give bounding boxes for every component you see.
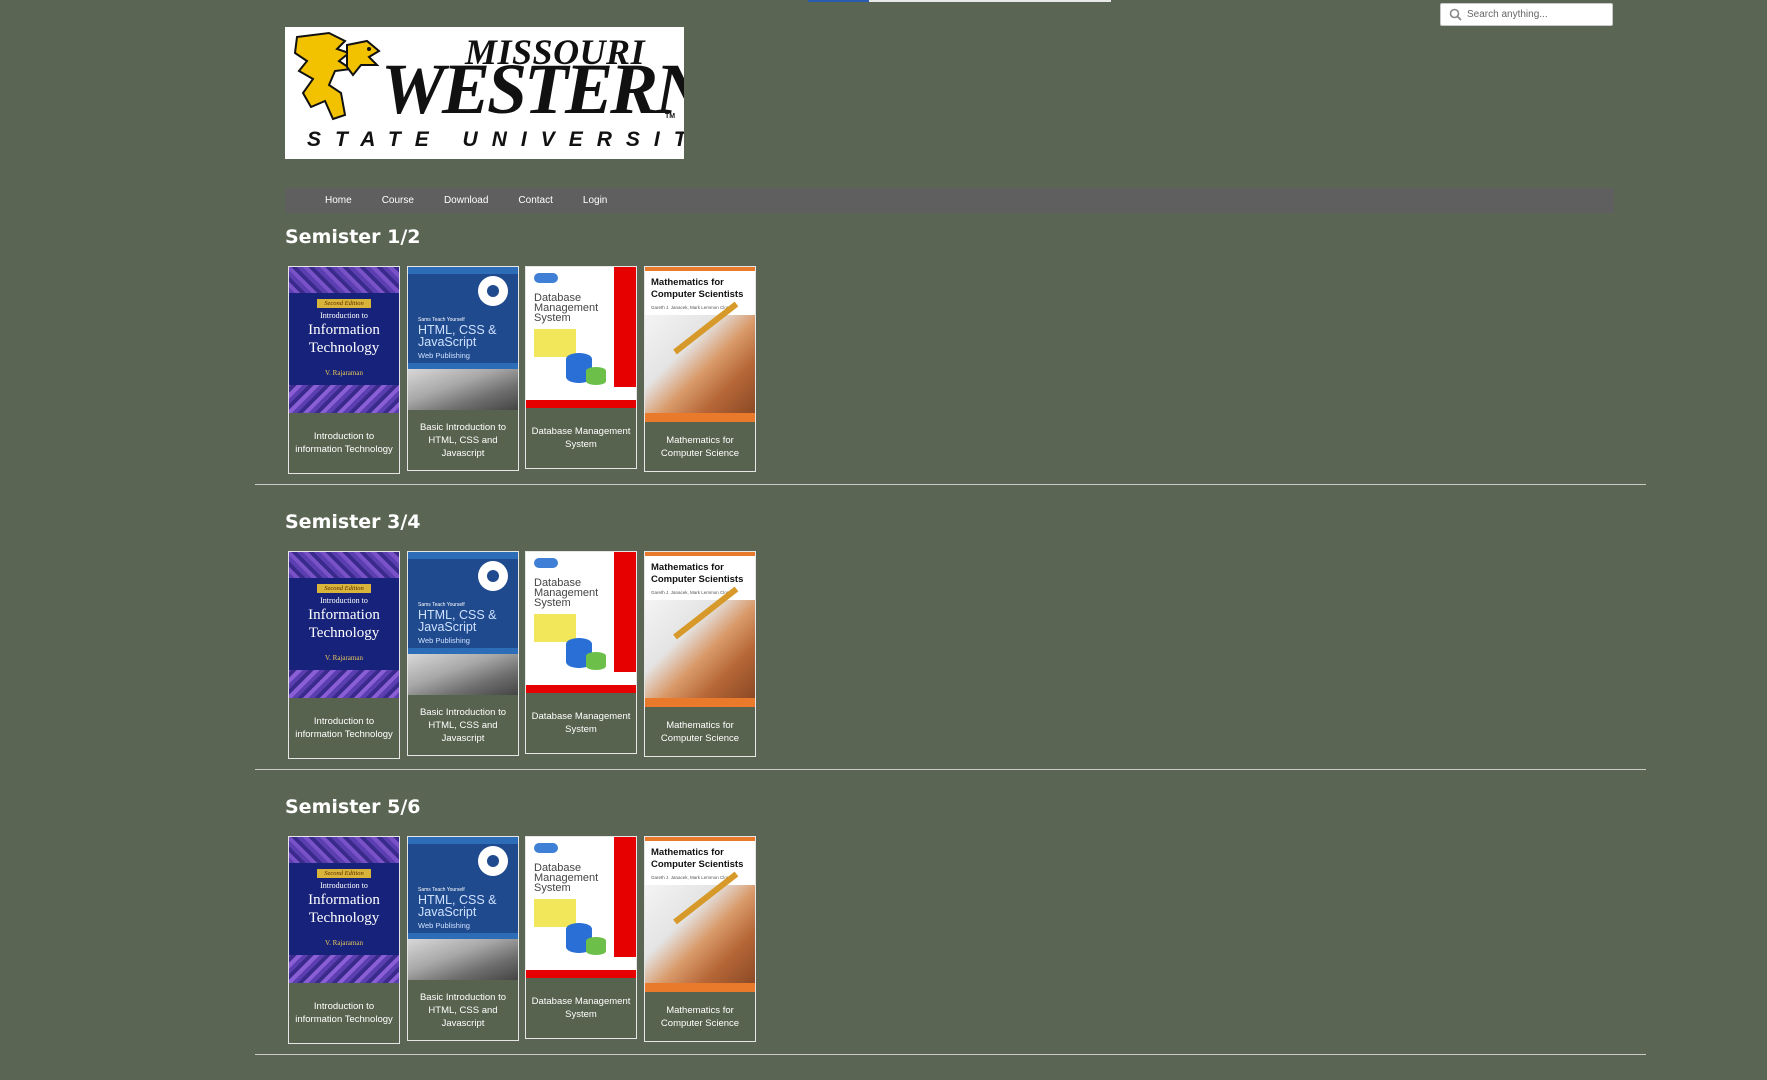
section-title: Semister 3/4 <box>285 511 421 533</box>
book-card[interactable]: Second Edition Introduction to Informati… <box>288 551 400 759</box>
cover-author: Gareth J. Janacek, Mark Lemmon Close <box>651 305 732 310</box>
book-cover-dbms: Database Management System <box>526 837 636 978</box>
cover-author: V. Rajaraman <box>325 369 363 377</box>
cover-title: HTML, CSS & JavaScript <box>418 608 497 634</box>
cover-pre: Introduction to <box>320 881 368 890</box>
logo-text-western: WESTERN <box>381 49 684 129</box>
cover-pre: Introduction to <box>320 596 368 605</box>
nav-home[interactable]: Home <box>325 195 352 206</box>
book-cover-math-cs: Mathematics for Computer Scientists Gare… <box>645 552 755 707</box>
cover-title: Database Management System <box>534 862 599 894</box>
book-cover-html-css-js: Sams Teach Yourself HTML, CSS & JavaScri… <box>408 267 518 410</box>
book-cover-intro-it: Second Edition Introduction to Informati… <box>289 267 399 413</box>
cover-author: Gareth J. Janacek, Mark Lemmon Close <box>651 875 732 880</box>
cover-pre: Introduction to <box>320 311 368 320</box>
section-divider <box>255 769 1646 770</box>
book-caption[interactable]: Basic Introduction to HTML, CSS and Java… <box>408 695 518 755</box>
cover-title: Information Technology <box>308 892 380 926</box>
cover-title: HTML, CSS & JavaScript <box>418 893 497 919</box>
book-card[interactable]: Sams Teach Yourself HTML, CSS & JavaScri… <box>407 551 519 756</box>
cover-author: Gareth J. Janacek, Mark Lemmon Close <box>651 590 732 595</box>
section-divider <box>255 484 1646 485</box>
book-card[interactable]: Database Management System Database Mana… <box>525 266 637 469</box>
nav-download[interactable]: Download <box>444 195 488 206</box>
cover-title: Database Management System <box>534 577 599 609</box>
book-cover-html-css-js: Sams Teach Yourself HTML, CSS & JavaScri… <box>408 552 518 695</box>
cover-edition: Second Edition <box>317 584 371 593</box>
book-cover-html-css-js: Sams Teach Yourself HTML, CSS & JavaScri… <box>408 837 518 980</box>
cover-edition: Second Edition <box>317 299 371 308</box>
book-caption[interactable]: Basic Introduction to HTML, CSS and Java… <box>408 980 518 1040</box>
cover-title: Information Technology <box>308 322 380 356</box>
book-cover-math-cs: Mathematics for Computer Scientists Gare… <box>645 267 755 422</box>
cover-title: Mathematics for Computer Scientists <box>651 277 744 300</box>
cover-title: Database Management System <box>534 292 599 324</box>
cover-subtitle: Web Publishing <box>418 351 470 360</box>
book-card[interactable]: Mathematics for Computer Scientists Gare… <box>644 836 756 1042</box>
search-input[interactable] <box>1465 5 1607 24</box>
cover-title: Mathematics for Computer Scientists <box>651 562 744 585</box>
page-load-bar <box>808 0 1111 2</box>
search-icon <box>1445 5 1465 25</box>
nav-login[interactable]: Login <box>583 195 607 206</box>
book-card[interactable]: Mathematics for Computer Scientists Gare… <box>644 551 756 757</box>
search-box[interactable] <box>1440 3 1613 26</box>
book-caption[interactable]: Mathematics for Computer Science <box>645 422 755 471</box>
book-card[interactable]: Second Edition Introduction to Informati… <box>288 836 400 1044</box>
cover-title: Information Technology <box>308 607 380 641</box>
book-card[interactable]: Sams Teach Yourself HTML, CSS & JavaScri… <box>407 266 519 471</box>
main-navbar: Home Course Download Contact Login <box>285 188 1614 213</box>
cover-subtitle: Web Publishing <box>418 636 470 645</box>
book-caption[interactable]: Database Management System <box>526 408 636 468</box>
book-cover-intro-it: Second Edition Introduction to Informati… <box>289 837 399 983</box>
book-card[interactable]: Mathematics for Computer Scientists Gare… <box>644 266 756 472</box>
book-caption[interactable]: Basic Introduction to HTML, CSS and Java… <box>408 410 518 470</box>
logo-trademark: TM <box>665 113 676 120</box>
book-caption[interactable]: Introduction to information Technology <box>289 413 399 473</box>
book-caption[interactable]: Database Management System <box>526 978 636 1038</box>
book-caption[interactable]: Mathematics for Computer Science <box>645 992 755 1041</box>
university-logo[interactable]: MISSOURI WESTERN TM STATE UNIVERSITY <box>285 27 684 159</box>
book-card[interactable]: Second Edition Introduction to Informati… <box>288 266 400 474</box>
cover-subtitle: Web Publishing <box>418 921 470 930</box>
section-title: Semister 1/2 <box>285 226 421 248</box>
book-caption[interactable]: Introduction to information Technology <box>289 983 399 1043</box>
nav-contact[interactable]: Contact <box>518 195 552 206</box>
book-cover-math-cs: Mathematics for Computer Scientists Gare… <box>645 837 755 992</box>
book-cover-dbms: Database Management System <box>526 267 636 408</box>
cover-title: Mathematics for Computer Scientists <box>651 847 744 870</box>
book-cover-dbms: Database Management System <box>526 552 636 693</box>
book-caption[interactable]: Introduction to information Technology <box>289 698 399 758</box>
cover-title: HTML, CSS & JavaScript <box>418 323 497 349</box>
cover-edition: Second Edition <box>317 869 371 878</box>
cover-author: V. Rajaraman <box>325 654 363 662</box>
book-caption[interactable]: Database Management System <box>526 693 636 753</box>
book-cover-intro-it: Second Edition Introduction to Informati… <box>289 552 399 698</box>
book-card[interactable]: Database Management System Database Mana… <box>525 551 637 754</box>
nav-course[interactable]: Course <box>382 195 414 206</box>
cover-author: V. Rajaraman <box>325 939 363 947</box>
logo-text-state-university: STATE UNIVERSITY <box>307 128 684 151</box>
book-card[interactable]: Database Management System Database Mana… <box>525 836 637 1039</box>
book-card[interactable]: Sams Teach Yourself HTML, CSS & JavaScri… <box>407 836 519 1041</box>
book-caption[interactable]: Mathematics for Computer Science <box>645 707 755 756</box>
griffin-mascot-icon <box>293 31 381 121</box>
section-divider <box>255 1054 1646 1055</box>
section-title: Semister 5/6 <box>285 796 421 818</box>
page-load-bar-fill <box>808 0 869 2</box>
